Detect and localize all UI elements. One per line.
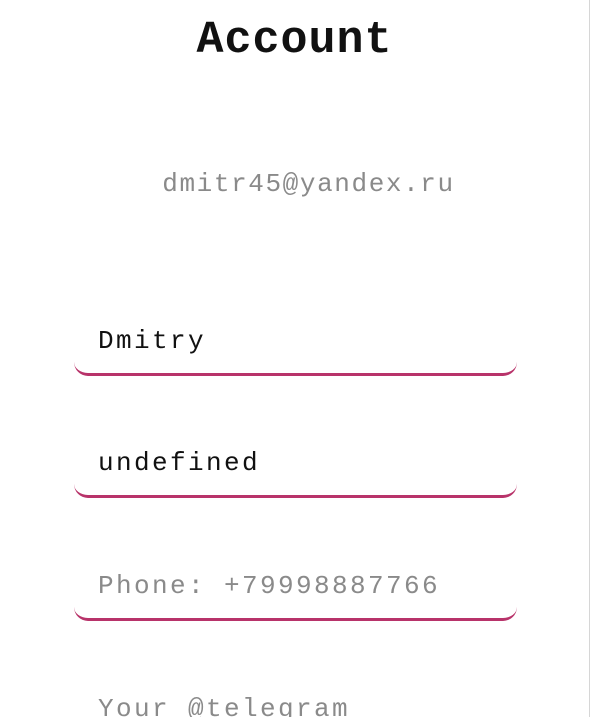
name-field (74, 310, 517, 376)
name-input[interactable] (98, 310, 498, 372)
telegram-input[interactable] (98, 678, 498, 717)
phone-field (74, 555, 517, 621)
account-page: Account dmitr45@yandex.ru (0, 0, 590, 717)
page-title: Account (196, 15, 393, 66)
telegram-field (74, 678, 517, 717)
phone-input[interactable] (98, 555, 498, 617)
surname-field (74, 432, 517, 498)
account-email: dmitr45@yandex.ru (162, 169, 455, 199)
surname-input[interactable] (98, 432, 498, 494)
